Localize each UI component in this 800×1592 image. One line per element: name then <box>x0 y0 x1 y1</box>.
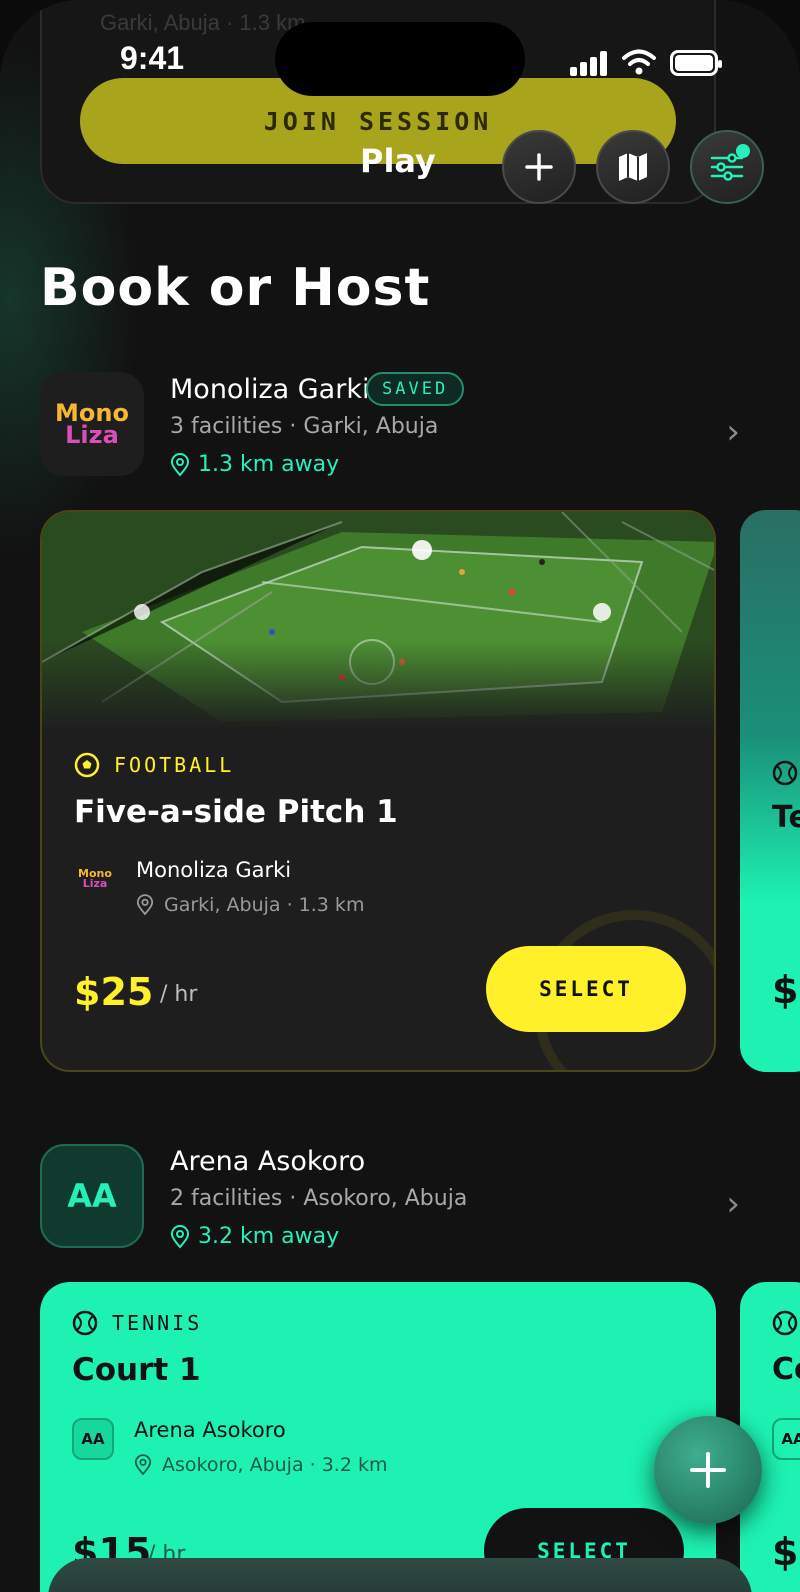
facility-card-tennis[interactable]: TENNIS Court 1 AA Arena Asokoro Asokoro,… <box>40 1282 716 1592</box>
location-pin-icon <box>170 452 190 477</box>
bottom-sheet[interactable] <box>48 1558 752 1592</box>
pitch-image <box>42 512 714 732</box>
cellular-signal-icon <box>570 50 608 76</box>
location-pin-icon <box>170 1224 190 1249</box>
next-facility-card-peek[interactable]: Te $ <box>740 510 800 1072</box>
previous-card-location: Garki, Abuja · 1.3 km <box>100 10 306 35</box>
venue-row-monoliza[interactable]: Mono Liza Monoliza Garki SAVED 3 facilit… <box>40 372 760 482</box>
venue-distance: 3.2 km away <box>170 1224 339 1249</box>
location-text: Garki, Abuja · 1.3 km <box>164 894 365 916</box>
plus-icon <box>525 153 553 181</box>
add-button[interactable] <box>502 130 576 204</box>
venue-name: Arena Asokoro <box>170 1146 366 1177</box>
facility-card-football[interactable]: FOOTBALL Five-a-side Pitch 1 Mono Liza M… <box>40 510 716 1072</box>
status-time: 9:41 <box>120 40 185 76</box>
football-icon <box>74 752 100 778</box>
facility-title: Court 1 <box>72 1352 201 1388</box>
venue-meta: 3 facilities · Garki, Abuja <box>170 414 439 439</box>
peek-title: Co <box>772 1352 800 1387</box>
venue-name: Monoliza Garki <box>170 374 370 405</box>
venue-logo: Mono Liza <box>40 372 144 476</box>
logo-text-line2: Liza <box>65 421 119 449</box>
distance-text: 1.3 km away <box>198 452 340 477</box>
filter-active-indicator <box>736 144 750 158</box>
battery-icon <box>670 50 722 76</box>
sport-label: FOOTBALL <box>114 753 235 777</box>
venue-logo: AA <box>40 1144 144 1248</box>
saved-badge: SAVED <box>366 372 465 406</box>
map-icon <box>619 153 647 181</box>
facility-location: Asokoro, Abuja · 3.2 km <box>134 1454 387 1476</box>
select-button[interactable]: SELECT <box>486 946 686 1032</box>
location-text: Asokoro, Abuja · 3.2 km <box>162 1454 388 1476</box>
price-unit: / hr <box>160 982 198 1007</box>
peek-price: $ <box>772 968 799 1012</box>
tennis-icon <box>772 1310 798 1336</box>
plus-icon <box>690 1452 726 1488</box>
facility-venue-name: Arena Asokoro <box>134 1418 286 1442</box>
phone-screen: Garki, Abuja · 1.3 km JOIN SESSION 9:41 … <box>0 0 800 1592</box>
location-pin-icon <box>136 894 154 916</box>
sport-tag: FOOTBALL <box>74 752 234 778</box>
sport-tag: TENNIS <box>72 1310 202 1336</box>
sport-label: TENNIS <box>112 1311 203 1335</box>
wifi-icon <box>622 49 656 75</box>
tennis-icon <box>72 1310 98 1336</box>
peek-logo: AA <box>772 1418 800 1460</box>
filter-button[interactable] <box>690 130 764 204</box>
venue-meta: 2 facilities · Asokoro, Abuja <box>170 1186 468 1211</box>
mini-logo-line2: Liza <box>82 877 108 890</box>
location-pin-icon <box>134 1454 152 1476</box>
map-button[interactable] <box>596 130 670 204</box>
section-title: Book or Host <box>40 258 431 318</box>
tennis-icon <box>772 760 798 786</box>
mini-venue-logo: AA <box>72 1418 114 1460</box>
price: $25 <box>74 970 154 1014</box>
chevron-right-icon: › <box>726 1184 740 1224</box>
peek-price: $ <box>772 1530 799 1574</box>
facility-venue-name: Monoliza Garki <box>136 858 292 882</box>
page-title: Play <box>360 142 436 180</box>
venue-row-arena-asokoro[interactable]: AA Arena Asokoro 2 facilities · Asokoro,… <box>40 1144 760 1254</box>
facility-title: Five-a-side Pitch 1 <box>74 794 398 830</box>
chevron-right-icon: › <box>726 412 740 452</box>
dynamic-island <box>275 22 525 96</box>
venue-distance: 1.3 km away <box>170 452 339 477</box>
mini-venue-logo: Mono Liza <box>74 858 116 900</box>
peek-title: Te <box>772 800 800 835</box>
distance-text: 3.2 km away <box>198 1224 340 1249</box>
create-floating-button[interactable] <box>654 1416 762 1524</box>
facility-location: Garki, Abuja · 1.3 km <box>136 894 364 916</box>
